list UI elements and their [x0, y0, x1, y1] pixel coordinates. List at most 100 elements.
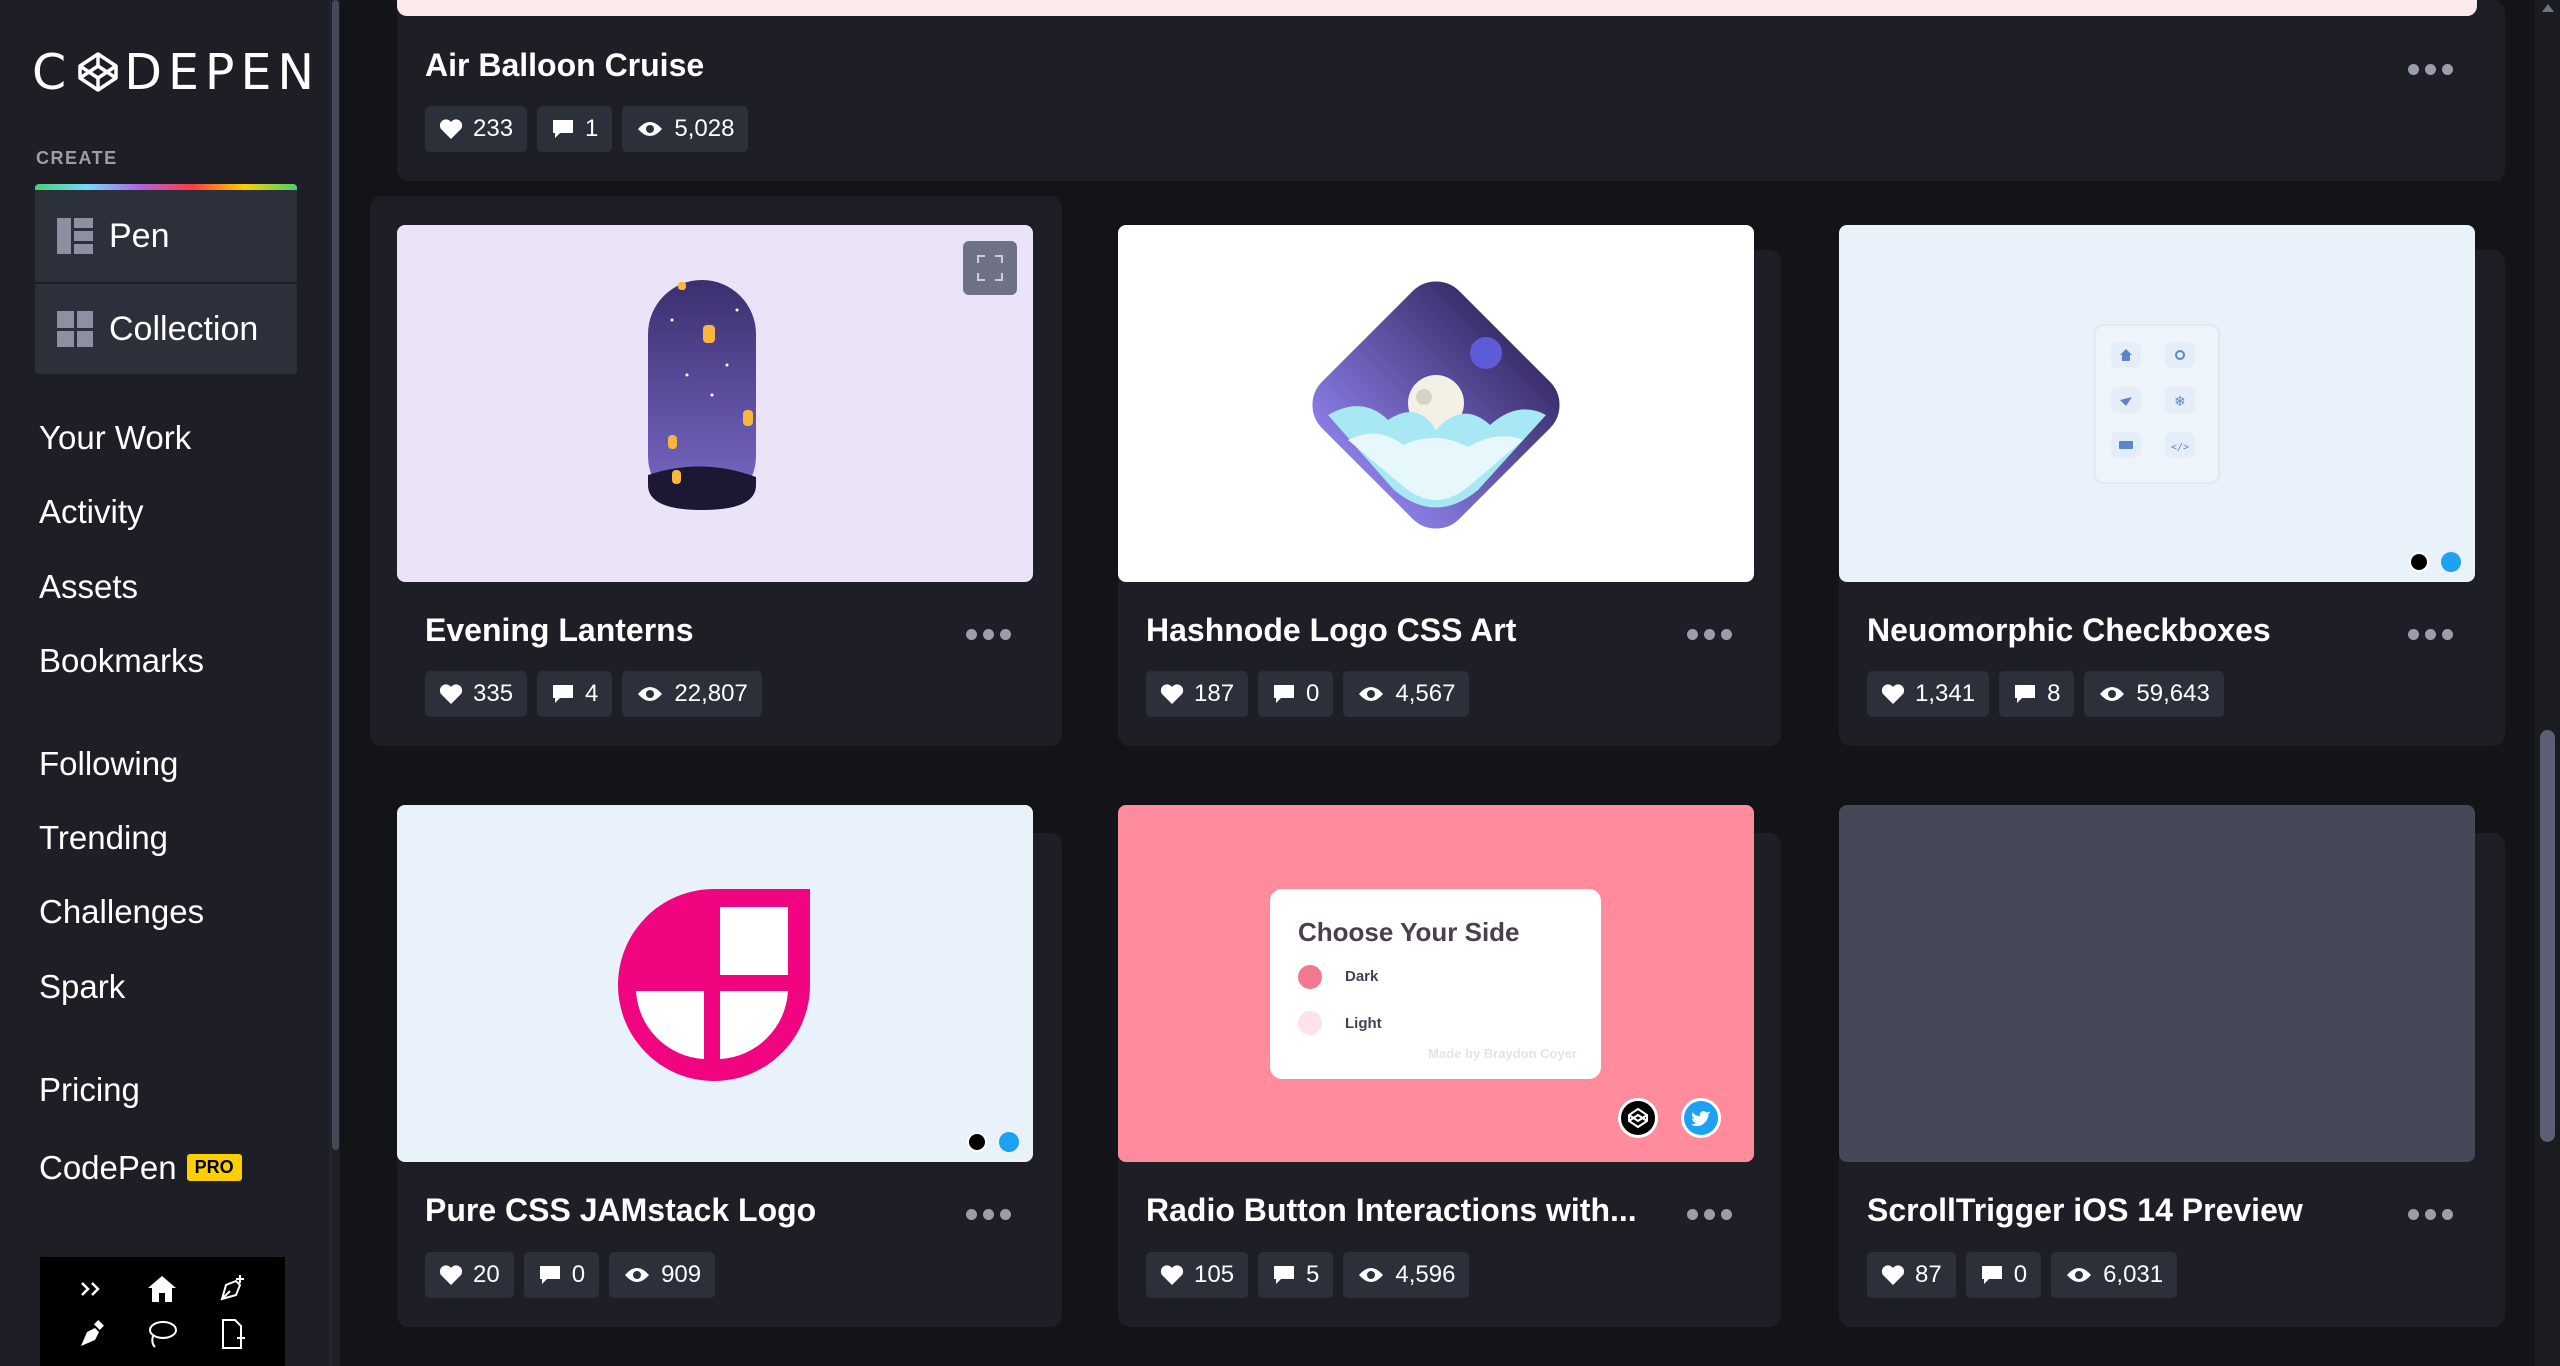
comment-icon	[539, 1266, 560, 1284]
view-count-button[interactable]: 5,028	[622, 106, 749, 152]
hashnode-artwork	[1306, 275, 1566, 535]
sidebar: C DEPEN CREATE Pen Collection Your Work …	[0, 0, 330, 1366]
more-options-button[interactable]	[966, 627, 1014, 641]
home-icon[interactable]	[128, 1267, 198, 1312]
pen-title[interactable]: Air Balloon Cruise	[425, 47, 704, 84]
comment-icon	[553, 685, 574, 703]
comment-icon	[1981, 1266, 2002, 1284]
nav-your-work[interactable]: Your Work	[39, 419, 191, 457]
svg-text:</>: </>	[2171, 442, 2189, 453]
like-button[interactable]: 335	[425, 671, 528, 717]
view-count-button[interactable]: 6,031	[2051, 1252, 2178, 1298]
more-options-button[interactable]	[1687, 627, 1735, 641]
nav-challenges[interactable]: Challenges	[39, 893, 204, 931]
pen-title[interactable]: ScrollTrigger iOS 14 Preview	[1867, 1192, 2303, 1229]
like-button[interactable]: 1,341	[1867, 671, 1990, 717]
pen-title[interactable]: Radio Button Interactions with...	[1146, 1192, 1637, 1229]
logo-text: DEPEN	[124, 43, 321, 101]
new-pen-icon[interactable]	[197, 1267, 267, 1312]
comment-count: 0	[1306, 680, 1320, 707]
lasso-icon[interactable]	[128, 1312, 198, 1357]
nav-trending[interactable]: Trending	[39, 819, 168, 857]
heart-icon	[439, 1265, 463, 1285]
new-file-icon[interactable]	[197, 1312, 267, 1357]
comment-count: 4	[585, 680, 599, 707]
view-count-button[interactable]: 4,596	[1343, 1252, 1470, 1298]
more-options-button[interactable]	[1687, 1207, 1735, 1221]
comment-icon	[553, 120, 574, 138]
expand-icon[interactable]	[963, 241, 1017, 295]
heart-icon	[1881, 684, 1905, 704]
pen-stats: 187 0 4,567	[1146, 671, 1470, 717]
create-collection-button[interactable]: Collection	[35, 282, 297, 374]
twitter-badge-icon[interactable]	[2441, 552, 2461, 572]
codepen-badge-icon[interactable]	[967, 1132, 987, 1152]
nav-codepen-pro[interactable]: CodePen PRO	[39, 1149, 242, 1187]
codepen-share-icon[interactable]	[1618, 1098, 1658, 1138]
pen-preview-jamstack[interactable]	[397, 805, 1033, 1162]
pen-preview-air-balloon[interactable]	[397, 0, 2477, 16]
radio-dark-dot[interactable]	[1298, 965, 1322, 989]
pen-title[interactable]: Neuomorphic Checkboxes	[1867, 612, 2271, 649]
svg-text:❄: ❄	[2174, 394, 2186, 410]
nav-pricing[interactable]: Pricing	[39, 1071, 140, 1109]
page-scrollbar[interactable]	[2535, 0, 2560, 1366]
pen-title[interactable]: Hashnode Logo CSS Art	[1146, 612, 1516, 649]
view-count-button[interactable]: 22,807	[622, 671, 762, 717]
like-button[interactable]: 187	[1146, 671, 1249, 717]
nav-activity[interactable]: Activity	[39, 493, 144, 531]
more-options-button[interactable]	[2408, 1207, 2456, 1221]
pen-preview-radio-button[interactable]: Choose Your Side Dark Light Made by Bray…	[1118, 805, 1754, 1162]
codepen-badge-icon[interactable]	[2409, 552, 2429, 572]
like-button[interactable]: 105	[1146, 1252, 1249, 1298]
pen-preview-scrolltrigger[interactable]	[1839, 805, 2475, 1162]
heart-icon	[1160, 684, 1184, 704]
nav-bookmarks[interactable]: Bookmarks	[39, 642, 204, 680]
nav-assets[interactable]: Assets	[39, 568, 138, 606]
twitter-badge-icon[interactable]	[999, 1132, 1019, 1152]
share-icons	[967, 1132, 1019, 1152]
like-button[interactable]: 233	[425, 106, 528, 152]
pen-layout-icon	[57, 218, 93, 254]
pen-preview-evening-lanterns[interactable]	[397, 225, 1033, 582]
like-button[interactable]: 87	[1867, 1252, 1956, 1298]
more-options-button[interactable]	[2408, 62, 2456, 76]
view-count-button[interactable]: 59,643	[2084, 671, 2224, 717]
nav-following[interactable]: Following	[39, 745, 178, 783]
comment-button[interactable]: 0	[1965, 1252, 2042, 1298]
pen-preview-hashnode[interactable]	[1118, 225, 1754, 582]
view-count: 59,643	[2136, 680, 2210, 707]
create-pen-button[interactable]: Pen	[35, 190, 297, 282]
comment-button[interactable]: 1	[537, 106, 613, 152]
comment-button[interactable]: 5	[1258, 1252, 1334, 1298]
pen-tool-icon[interactable]	[58, 1312, 128, 1357]
sidebar-scrollbar-thumb[interactable]	[332, 0, 339, 1150]
more-options-button[interactable]	[966, 1207, 1014, 1221]
twitter-share-icon[interactable]	[1681, 1098, 1721, 1138]
comment-button[interactable]: 0	[523, 1252, 600, 1298]
pen-title[interactable]: Pure CSS JAMstack Logo	[425, 1192, 816, 1229]
more-options-button[interactable]	[2408, 627, 2456, 641]
pen-title[interactable]: Evening Lanterns	[425, 612, 694, 649]
like-button[interactable]: 20	[425, 1252, 514, 1298]
comment-button[interactable]: 4	[537, 671, 613, 717]
view-count-button[interactable]: 909	[609, 1252, 716, 1298]
scroll-up-arrow-icon[interactable]	[2542, 4, 2554, 12]
eye-icon	[625, 1268, 650, 1282]
sidebar-scrollbar[interactable]	[330, 0, 340, 1366]
collapse-icon[interactable]	[58, 1267, 128, 1312]
comment-count: 5	[1306, 1261, 1320, 1288]
page-scrollbar-thumb[interactable]	[2540, 730, 2555, 1142]
codepen-cube-icon	[78, 52, 118, 92]
comment-button[interactable]: 8	[1999, 671, 2075, 717]
comment-button[interactable]: 0	[1258, 671, 1334, 717]
radio-light-dot[interactable]	[1298, 1011, 1322, 1035]
like-count: 87	[1915, 1261, 1942, 1288]
like-count: 335	[473, 680, 514, 707]
view-count: 6,031	[2103, 1261, 2164, 1288]
codepen-logo[interactable]: C DEPEN	[32, 44, 314, 101]
nav-spark[interactable]: Spark	[39, 968, 125, 1006]
pen-preview-neuomorphic[interactable]: ❄ </>	[1839, 225, 2475, 582]
view-count-button[interactable]: 4,567	[1343, 671, 1470, 717]
heart-icon	[439, 119, 463, 139]
